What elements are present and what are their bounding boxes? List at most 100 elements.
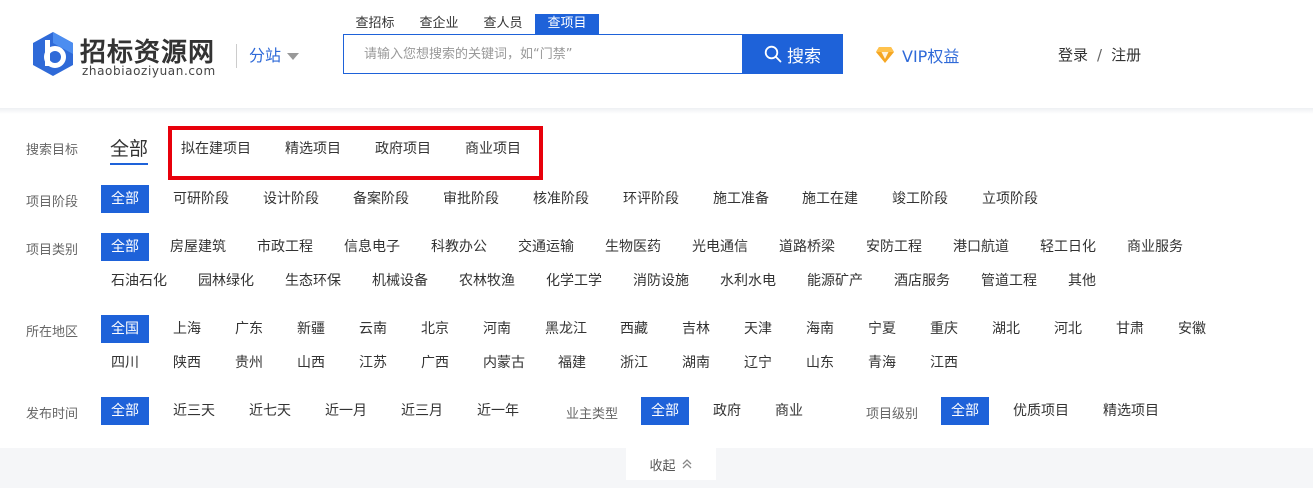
target-option[interactable]: 拟在建项目 [181, 135, 251, 163]
region-option[interactable]: 宁夏 [868, 315, 896, 343]
collapse-button[interactable]: 收起 [626, 448, 716, 480]
region-option[interactable]: 甘肃 [1116, 315, 1144, 343]
tab-person[interactable]: 查人员 [471, 14, 535, 34]
region-option[interactable]: 陕西 [173, 349, 201, 377]
category-option[interactable]: 农林牧渔 [459, 267, 515, 295]
region-option[interactable]: 新疆 [297, 315, 325, 343]
region-option[interactable]: 福建 [558, 349, 586, 377]
level-option[interactable]: 优质项目 [1013, 397, 1069, 425]
region-option[interactable]: 上海 [173, 315, 201, 343]
region-option[interactable]: 湖北 [992, 315, 1020, 343]
category-option[interactable]: 信息电子 [344, 233, 400, 261]
category-option[interactable]: 交通运输 [518, 233, 574, 261]
region-option[interactable]: 河南 [483, 315, 511, 343]
category-option-all[interactable]: 全部 [101, 233, 149, 261]
owner-option[interactable]: 商业 [775, 397, 803, 425]
region-option-all[interactable]: 全国 [101, 315, 149, 343]
region-option[interactable]: 江西 [930, 349, 958, 377]
region-option[interactable]: 海南 [806, 315, 834, 343]
time-option-all[interactable]: 全部 [101, 397, 149, 425]
category-option[interactable]: 房屋建筑 [170, 233, 226, 261]
region-option[interactable]: 西藏 [620, 315, 648, 343]
register-link[interactable]: 注册 [1111, 46, 1141, 64]
stage-option[interactable]: 施工准备 [713, 185, 769, 213]
tab-company[interactable]: 查企业 [407, 14, 471, 34]
time-option[interactable]: 近三月 [401, 397, 443, 425]
region-option[interactable]: 河北 [1054, 315, 1082, 343]
owner-option[interactable]: 政府 [713, 397, 741, 425]
time-option[interactable]: 近一年 [477, 397, 519, 425]
vip-link[interactable]: VIP权益 [875, 43, 959, 67]
tab-project[interactable]: 查项目 [535, 14, 599, 34]
search-button[interactable]: 搜索 [742, 34, 843, 74]
category-option[interactable]: 生态环保 [285, 267, 341, 295]
level-option-all[interactable]: 全部 [941, 397, 989, 425]
stage-option[interactable]: 审批阶段 [443, 185, 499, 213]
vip-label: VIP权益 [902, 47, 960, 66]
stage-option-all[interactable]: 全部 [101, 185, 149, 213]
tab-tender[interactable]: 查招标 [343, 14, 407, 34]
category-option[interactable]: 石油石化 [111, 267, 167, 295]
region-option[interactable]: 天津 [744, 315, 772, 343]
stage-option[interactable]: 施工在建 [802, 185, 858, 213]
site-logo[interactable]: 招标资源网 zhaobiaoziyuan.com [30, 30, 230, 80]
category-option[interactable]: 光电通信 [692, 233, 748, 261]
category-option[interactable]: 水利水电 [720, 267, 776, 295]
category-option[interactable]: 机械设备 [372, 267, 428, 295]
region-option[interactable]: 内蒙古 [483, 349, 525, 377]
region-option[interactable]: 山东 [806, 349, 834, 377]
region-option[interactable]: 贵州 [235, 349, 263, 377]
category-option[interactable]: 管道工程 [981, 267, 1037, 295]
stage-option[interactable]: 核准阶段 [533, 185, 589, 213]
region-option[interactable]: 青海 [868, 349, 896, 377]
level-option[interactable]: 精选项目 [1103, 397, 1159, 425]
time-option[interactable]: 近一月 [325, 397, 367, 425]
category-option[interactable]: 科教办公 [431, 233, 487, 261]
branch-selector[interactable]: 分站 [236, 44, 300, 68]
region-option[interactable]: 安徽 [1178, 315, 1206, 343]
stage-option[interactable]: 设计阶段 [263, 185, 319, 213]
stage-option[interactable]: 立项阶段 [982, 185, 1038, 213]
category-option[interactable]: 港口航道 [953, 233, 1009, 261]
search-input[interactable] [343, 34, 743, 74]
category-option[interactable]: 能源矿产 [807, 267, 863, 295]
region-option[interactable]: 四川 [111, 349, 139, 377]
target-option[interactable]: 商业项目 [465, 135, 521, 163]
category-option[interactable]: 酒店服务 [894, 267, 950, 295]
region-option[interactable]: 吉林 [682, 315, 710, 343]
region-option[interactable]: 黑龙江 [545, 315, 587, 343]
category-option[interactable]: 其他 [1068, 267, 1096, 295]
category-option[interactable]: 道路桥梁 [779, 233, 835, 261]
region-option[interactable]: 云南 [359, 315, 387, 343]
stage-option[interactable]: 环评阶段 [623, 185, 679, 213]
category-option[interactable]: 园林绿化 [198, 267, 254, 295]
stage-option[interactable]: 竣工阶段 [892, 185, 948, 213]
target-option[interactable]: 精选项目 [285, 135, 341, 163]
filter-label-region: 所在地区 [26, 325, 79, 340]
stage-option[interactable]: 备案阶段 [353, 185, 409, 213]
region-option[interactable]: 辽宁 [744, 349, 772, 377]
owner-option-all[interactable]: 全部 [641, 397, 689, 425]
region-option[interactable]: 山西 [297, 349, 325, 377]
target-option-all[interactable]: 全部 [110, 134, 149, 165]
region-option[interactable]: 广东 [235, 315, 263, 343]
category-option[interactable]: 生物医药 [605, 233, 661, 261]
login-link[interactable]: 登录 [1058, 46, 1088, 64]
region-option[interactable]: 湖南 [682, 349, 710, 377]
category-option[interactable]: 消防设施 [633, 267, 689, 295]
category-option[interactable]: 商业服务 [1127, 233, 1183, 261]
target-option[interactable]: 政府项目 [375, 135, 431, 163]
region-option[interactable]: 广西 [421, 349, 449, 377]
category-option[interactable]: 市政工程 [257, 233, 313, 261]
region-option[interactable]: 江苏 [359, 349, 387, 377]
search-box: 搜索 [343, 34, 843, 74]
category-option[interactable]: 轻工日化 [1040, 233, 1096, 261]
stage-option[interactable]: 可研阶段 [173, 185, 229, 213]
region-option[interactable]: 浙江 [620, 349, 648, 377]
category-option[interactable]: 化学工学 [546, 267, 602, 295]
region-option[interactable]: 北京 [421, 315, 449, 343]
time-option[interactable]: 近七天 [249, 397, 291, 425]
category-option[interactable]: 安防工程 [866, 233, 922, 261]
time-option[interactable]: 近三天 [173, 397, 215, 425]
region-option[interactable]: 重庆 [930, 315, 958, 343]
